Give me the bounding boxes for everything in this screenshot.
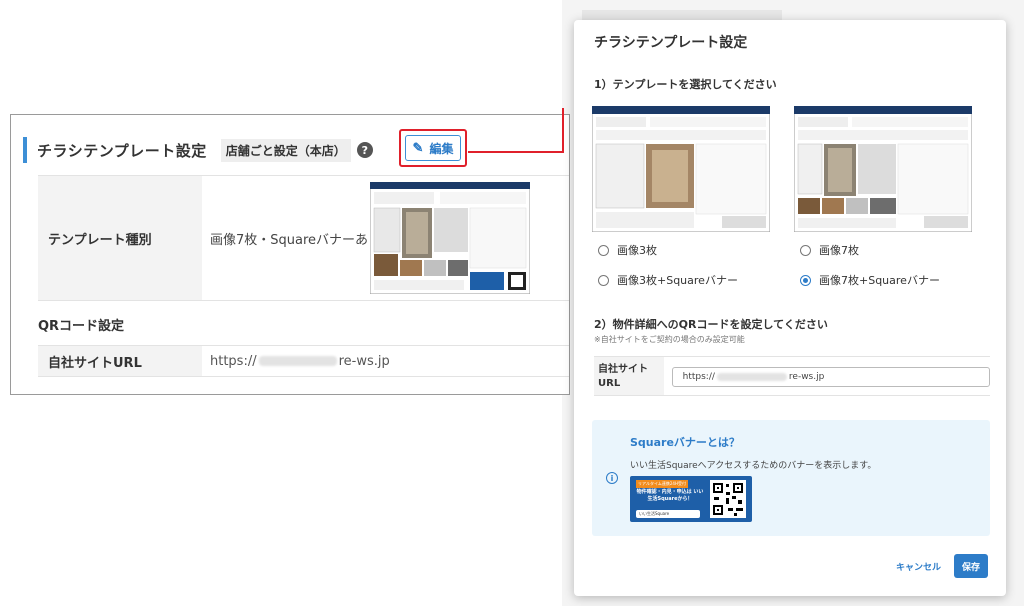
- banner-search: いい生活Square: [636, 510, 700, 518]
- site-url-row: 自社サイトURL https:// re-ws.jp: [38, 345, 569, 377]
- option-label: 画像7枚: [819, 244, 859, 257]
- template-preview-3-images[interactable]: [592, 106, 770, 232]
- template-type-label: テンプレート種別: [38, 176, 202, 300]
- cancel-button[interactable]: キャンセル: [896, 560, 941, 573]
- template-options-right: 画像7枚 画像7枚+Squareバナー: [800, 242, 940, 302]
- template-settings-modal: チラシテンプレート設定 1）テンプレートを選択してください 画像3枚 画像3枚+…: [574, 20, 1006, 596]
- help-icon[interactable]: ?: [356, 142, 373, 158]
- site-url-prefix: https://: [210, 353, 257, 369]
- site-url-value: https:// re-ws.jp: [202, 346, 569, 376]
- radio-3-images-square[interactable]: [598, 274, 609, 286]
- site-url-input[interactable]: https:// re-ws.jp: [671, 367, 990, 387]
- template-type-value: 画像7枚・Squareバナーあり: [210, 232, 382, 248]
- pencil-icon: ✎: [412, 140, 424, 155]
- template-type-row: テンプレート種別 画像7枚・Squareバナーあり: [38, 175, 569, 301]
- square-banner-info: i Squareバナーとは？ いい生活Squareへアクセスするためのバナーを表…: [592, 420, 990, 536]
- card-title: チラシテンプレート設定: [37, 141, 207, 160]
- option-label: 画像3枚+Squareバナー: [617, 274, 738, 287]
- template-type-value-cell: 画像7枚・Squareバナーあり: [202, 176, 569, 300]
- qr-section-title: QRコード設定: [38, 319, 125, 334]
- card-header: チラシテンプレート設定 店舗ごと設定（本店） ?: [23, 135, 373, 165]
- site-url-label: 自社サイトURL: [38, 346, 202, 376]
- radio-3-images[interactable]: [598, 244, 609, 256]
- flyer-preview-thumbnail: [370, 182, 530, 294]
- radio-7-images[interactable]: [800, 244, 811, 256]
- radio-7-images-square[interactable]: [800, 274, 811, 286]
- accent-bar: [23, 137, 27, 163]
- save-button[interactable]: 保存: [954, 554, 988, 578]
- info-description: いい生活Squareへアクセスするためのバナーを表示します。: [630, 461, 877, 471]
- square-banner-sample: リアルタイム連携24H受付 物件確認・内見・申込は いい生活Squareから！ …: [630, 476, 752, 522]
- step2-label: 2）物件詳細へのQRコードを設定してください: [594, 318, 828, 331]
- banner-tag: リアルタイム連携24H受付: [636, 480, 688, 488]
- template-settings-card: チラシテンプレート設定 店舗ごと設定（本店） ? ✎ 編集 テンプレート種別 画…: [10, 114, 570, 395]
- site-url-prefix: https://: [682, 372, 715, 382]
- background-placeholder: [582, 10, 782, 20]
- banner-main-text: 物件確認・内見・申込は いい生活Squareから！: [636, 489, 704, 502]
- highlight-connector-vertical: [562, 108, 564, 153]
- site-url-suffix: re-ws.jp: [338, 353, 390, 369]
- store-badge: 店舗ごと設定（本店）: [220, 138, 351, 162]
- template-option[interactable]: 画像7枚+Squareバナー: [800, 272, 940, 288]
- modal-site-url-row: 自社サイトURL https:// re-ws.jp: [594, 356, 990, 396]
- option-label: 画像7枚+Squareバナー: [819, 274, 940, 287]
- template-option[interactable]: 画像7枚: [800, 242, 940, 258]
- edit-button[interactable]: ✎ 編集: [405, 135, 461, 161]
- qr-code-icon: [710, 480, 746, 518]
- step2-note: ※自社サイトをご契約の場合のみ設定可能: [594, 335, 745, 344]
- template-option[interactable]: 画像3枚+Squareバナー: [598, 272, 738, 288]
- highlight-connector: [468, 151, 564, 153]
- edit-label: 編集: [429, 141, 454, 156]
- redacted-url-part: [258, 356, 337, 366]
- step1-label: 1）テンプレートを選択してください: [594, 78, 777, 91]
- redacted-url-part: [716, 373, 787, 381]
- modal-title: チラシテンプレート設定: [594, 35, 748, 51]
- info-icon: i: [606, 472, 618, 484]
- template-options-left: 画像3枚 画像3枚+Squareバナー: [598, 242, 738, 302]
- edit-highlight: ✎ 編集: [399, 129, 467, 167]
- info-title: Squareバナーとは？: [630, 436, 740, 449]
- template-preview-7-images[interactable]: [794, 106, 972, 232]
- site-url-text: https:// re-ws.jp: [210, 354, 390, 369]
- modal-site-url-label: 自社サイトURL: [594, 357, 664, 395]
- site-url-suffix: re-ws.jp: [788, 372, 825, 382]
- option-label: 画像3枚: [617, 244, 657, 257]
- template-option[interactable]: 画像3枚: [598, 242, 738, 258]
